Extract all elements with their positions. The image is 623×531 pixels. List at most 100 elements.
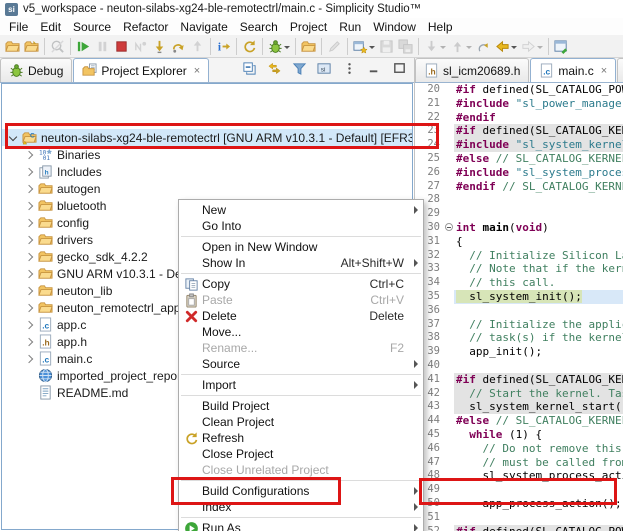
line-number: 42: [422, 387, 444, 401]
toolbar-back-button[interactable]: [494, 37, 518, 56]
disconnect-icon: [133, 39, 148, 54]
chevron-right-icon[interactable]: [24, 184, 34, 194]
panel-maximize-button[interactable]: [390, 59, 408, 78]
chevron-right-icon[interactable]: [24, 252, 34, 262]
context-menu-item-delete[interactable]: DeleteDelete: [179, 308, 423, 324]
dropdown-caret-icon[interactable]: [511, 46, 517, 52]
toolbar-open-resource-button[interactable]: [23, 37, 40, 56]
dropdown-caret-icon[interactable]: [466, 46, 472, 52]
chevron-right-icon[interactable]: [24, 150, 34, 160]
chevron-right-icon[interactable]: [24, 320, 34, 330]
chevron-right-icon[interactable]: [24, 167, 34, 177]
tree-item-includes[interactable]: hIncludes: [2, 163, 412, 180]
menubar-item-source[interactable]: Source: [67, 19, 117, 35]
code-text: #endif: [454, 111, 623, 125]
toolbar-disconnect-button[interactable]: [132, 37, 149, 56]
context-menu-item-clean-project[interactable]: Clean Project: [179, 414, 423, 430]
toolbar-pause-button[interactable]: [94, 37, 111, 56]
panel-si-view-button[interactable]: si: [315, 59, 333, 78]
panel-minimize-button[interactable]: [365, 59, 383, 78]
context-menu-item-move[interactable]: Move...: [179, 324, 423, 340]
chevron-right-icon[interactable]: [24, 286, 34, 296]
toolbar-save-all-button[interactable]: [397, 37, 414, 56]
chevron-right-icon[interactable]: [24, 269, 34, 279]
menubar-item-refactor[interactable]: Refactor: [117, 19, 174, 35]
toolbar-pencil-button[interactable]: [326, 37, 343, 56]
menubar-item-file[interactable]: File: [3, 19, 34, 35]
toolbar-separator: [70, 38, 71, 55]
view-tab-debug[interactable]: Debug: [0, 58, 72, 82]
panel-filter-button[interactable]: [290, 59, 308, 78]
toolbar-new-wizard-button[interactable]: [352, 37, 376, 56]
context-menu-item-label: Source: [202, 357, 404, 371]
toolbar-debug-button[interactable]: [267, 37, 291, 56]
toolbar-step-over-button[interactable]: [170, 37, 187, 56]
context-menu-item-go-into[interactable]: Go Into: [179, 218, 423, 234]
chevron-right-icon[interactable]: [24, 337, 34, 347]
context-menu-item-source[interactable]: Source: [179, 356, 423, 372]
menubar-item-project[interactable]: Project: [284, 19, 333, 35]
toolbar-refresh-button[interactable]: [241, 37, 258, 56]
close-icon[interactable]: ×: [194, 65, 200, 77]
toolbar-stop-button[interactable]: [113, 37, 130, 56]
tree-item-autogen[interactable]: autogen: [2, 180, 412, 197]
chevron-right-icon[interactable]: [24, 218, 34, 228]
chevron-right-icon[interactable]: [24, 303, 34, 313]
panel-collapse-all-button[interactable]: [240, 59, 258, 78]
close-icon[interactable]: ×: [601, 65, 607, 77]
tree-item-binaries[interactable]: 1001Binaries: [2, 146, 412, 163]
menubar-item-run[interactable]: Run: [333, 19, 367, 35]
toolbar-step-into-button[interactable]: [151, 37, 168, 56]
chevron-right-icon[interactable]: [24, 354, 34, 364]
step-into-selection-icon: i: [216, 39, 231, 54]
menubar-item-navigate[interactable]: Navigate: [174, 19, 233, 35]
context-menu-item-refresh[interactable]: Refresh: [179, 430, 423, 446]
menubar-item-help[interactable]: Help: [422, 19, 459, 35]
toolbar-open-perspective-button[interactable]: [553, 37, 570, 56]
toolbar-save-button[interactable]: [378, 37, 395, 56]
context-menu-separator: [181, 374, 421, 375]
context-menu-separator: [181, 395, 421, 396]
menubar-item-window[interactable]: Window: [367, 19, 422, 35]
menubar-item-edit[interactable]: Edit: [34, 19, 67, 35]
editor-panel: .hsl_icm20689.h.cmain.c×.h 20#if defined…: [414, 58, 623, 531]
code-editor[interactable]: 20#if defined(SL_CATALOG_POWER_MANAGER_P…: [415, 83, 623, 531]
chevron-right-icon[interactable]: [24, 235, 34, 245]
toolbar-open-folder-button[interactable]: [300, 37, 317, 56]
svg-text:.c: .c: [42, 354, 49, 364]
toolbar-last-edit-location-button[interactable]: [475, 37, 492, 56]
chevron-right-icon[interactable]: [24, 201, 34, 211]
context-menu-item-open-in-new-window[interactable]: Open in New Window: [179, 239, 423, 255]
dropdown-caret-icon[interactable]: [537, 46, 543, 52]
context-menu-item-run-as[interactable]: Run As: [179, 520, 423, 531]
toolbar-resume-button[interactable]: [75, 37, 92, 56]
editor-tab-main-c[interactable]: .cmain.c×: [530, 58, 616, 82]
panel-link-editor-button[interactable]: [265, 59, 283, 78]
toolbar-forward-button[interactable]: [520, 37, 544, 56]
collapse-minus-icon[interactable]: [445, 223, 453, 231]
dropdown-caret-icon[interactable]: [284, 46, 290, 52]
toolbar-previous-annotation-button[interactable]: [449, 37, 473, 56]
toolbar-open-file-button[interactable]: [4, 37, 21, 56]
view-tab-project-explorer[interactable]: Project Explorer×: [73, 58, 209, 82]
context-menu-item-build-configurations[interactable]: Build Configurations: [179, 483, 423, 499]
context-menu-item-show-in[interactable]: Show InAlt+Shift+W: [179, 255, 423, 271]
toolbar-step-into-selection-button[interactable]: i: [215, 37, 232, 56]
menubar-item-search[interactable]: Search: [234, 19, 284, 35]
toolbar-next-annotation-button[interactable]: [423, 37, 447, 56]
context-menu-item-close-project[interactable]: Close Project: [179, 446, 423, 462]
context-menu-item-import[interactable]: Import: [179, 377, 423, 393]
dropdown-caret-icon[interactable]: [440, 46, 446, 52]
tree-item-neuton-silabs-xg24-ble-remotectrl-gnu-arm-v10-3-1-default-efr32mg24b31[interactable]: Cneuton-silabs-xg24-ble-remotectrl [GNU …: [2, 129, 412, 146]
context-menu-item-copy[interactable]: CopyCtrl+C: [179, 276, 423, 292]
context-menu-item-index[interactable]: Index: [179, 499, 423, 515]
editor-tab-partial[interactable]: .h: [617, 58, 623, 82]
toolbar-search-button[interactable]: [49, 37, 66, 56]
toolbar-step-return-button[interactable]: [189, 37, 206, 56]
chevron-down-icon[interactable]: [8, 133, 18, 143]
context-menu-item-build-project[interactable]: Build Project: [179, 398, 423, 414]
dropdown-caret-icon[interactable]: [369, 46, 375, 52]
editor-tab-sl-icm20689-h[interactable]: .hsl_icm20689.h: [415, 58, 529, 82]
context-menu-item-new[interactable]: New: [179, 202, 423, 218]
panel-view-menu-button[interactable]: [340, 59, 358, 78]
